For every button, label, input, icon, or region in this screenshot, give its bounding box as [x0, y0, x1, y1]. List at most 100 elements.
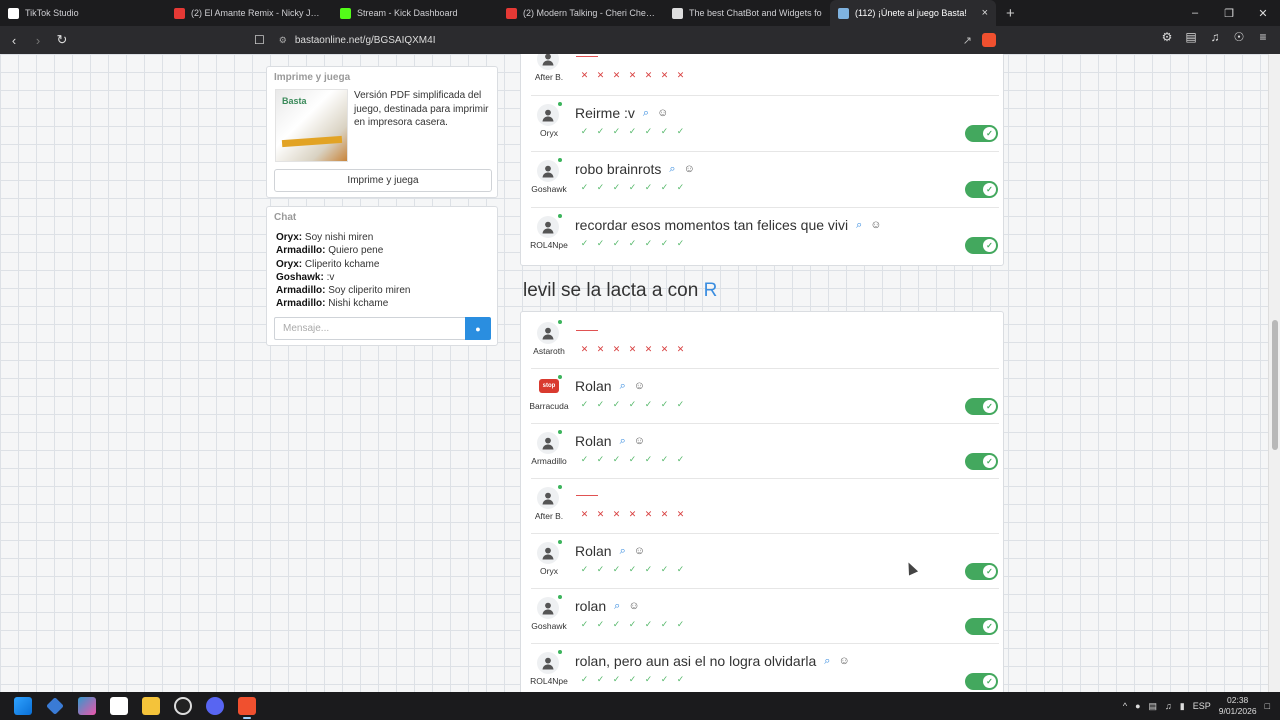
network-icon[interactable]: ▤	[1149, 701, 1158, 712]
search-icon[interactable]: ⌕	[824, 655, 830, 668]
sidebar-icon[interactable]: ▤	[1184, 30, 1198, 44]
clock[interactable]: 02:38 9/01/2026	[1219, 695, 1257, 717]
chat-text: Nishi kchame	[325, 298, 389, 310]
store-icon[interactable]	[110, 697, 128, 715]
minimize-icon[interactable]: –	[1178, 0, 1212, 26]
emoji-reaction-icon[interactable]: ☺	[657, 107, 668, 119]
validate-answer-toggle[interactable]: ✓	[965, 181, 998, 198]
check-icon: ✓	[628, 454, 637, 464]
file-explorer-icon[interactable]	[142, 697, 160, 715]
chat-message: Oryx: Cliperito kchame	[276, 258, 410, 271]
check-icon: ✓	[676, 619, 685, 629]
copilot-icon[interactable]	[78, 697, 96, 715]
answer-value: rolan	[575, 598, 607, 614]
discord-icon[interactable]	[206, 697, 224, 715]
emoji-reaction-icon[interactable]: ☺	[634, 380, 645, 392]
back-icon[interactable]: ‹	[4, 30, 24, 50]
avatar	[537, 652, 559, 674]
check-icon: ✓	[596, 238, 605, 248]
close-icon[interactable]: ✕	[1246, 0, 1280, 26]
print-thumbnail-image[interactable]: Basta	[275, 89, 348, 162]
toggle-check-icon: ✓	[983, 239, 996, 252]
person-icon	[542, 657, 554, 669]
check-icon: ✓	[644, 564, 653, 574]
check-icon: ✓	[676, 674, 685, 684]
cross-icon: ✕	[596, 344, 605, 354]
validate-answer-toggle[interactable]: ✓	[965, 618, 998, 635]
page-scrollbar[interactable]	[1268, 54, 1280, 692]
check-icon: ✓	[660, 126, 669, 136]
vote-marks: ✓ ✓ ✓ ✓ ✓ ✓ ✓	[579, 126, 686, 137]
answer-row: Oryx Reirme :v ⌕ ☺ ✓ ✓ ✓ ✓ ✓ ✓ ✓ ✓	[521, 96, 1005, 152]
media-icon[interactable]: ♫	[1208, 30, 1222, 44]
vpn-icon[interactable]: ☉	[1232, 30, 1246, 44]
search-icon[interactable]: ⌕	[620, 380, 626, 393]
brave-shields-icon[interactable]	[982, 33, 996, 47]
emoji-reaction-icon[interactable]: ☺	[634, 435, 645, 447]
menu-icon[interactable]: ≡	[1256, 30, 1270, 44]
send-message-button[interactable]: ●	[465, 317, 491, 340]
chevron-up-icon[interactable]: ^	[1123, 701, 1127, 711]
battery-icon[interactable]: ▮	[1180, 701, 1185, 712]
answer-value: recordar esos momentos tan felices que v…	[575, 217, 849, 233]
check-icon: ✓	[580, 126, 589, 136]
check-icon: ✓	[612, 182, 621, 192]
vote-marks: ✓ ✓ ✓ ✓ ✓ ✓ ✓	[579, 619, 686, 630]
validate-answer-toggle[interactable]: ✓	[965, 125, 998, 142]
close-tab-icon[interactable]: ×	[982, 7, 988, 19]
validate-answer-toggle[interactable]: ✓	[965, 563, 998, 580]
search-icon[interactable]: ⌕	[669, 163, 675, 176]
cross-icon: ✕	[596, 70, 605, 80]
brave-browser-icon[interactable]	[238, 697, 256, 719]
scrollbar-thumb[interactable]	[1272, 320, 1278, 450]
bookmark-icon[interactable]: ☐	[254, 33, 265, 47]
chat-text: Soy cliperito miren	[325, 285, 411, 297]
check-icon: ✓	[644, 399, 653, 409]
browser-tab[interactable]: Stream - Kick Dashboard	[332, 0, 498, 26]
windows-taskbar: ^ ● ▤ ♫ ▮ ESP 02:38 9/01/2026 □	[0, 692, 1280, 720]
reload-icon[interactable]: ↻	[52, 30, 72, 50]
search-icon[interactable]: ⌕	[856, 219, 862, 232]
browser-tab[interactable]: (112) ¡Únete al juego Basta! ×	[830, 0, 996, 26]
player-name: Goshawk	[531, 184, 567, 194]
print-and-play-button[interactable]: Imprime y juega	[274, 169, 492, 192]
volume-icon[interactable]: ♫	[1165, 701, 1172, 711]
cross-icon: ✕	[660, 509, 669, 519]
emoji-reaction-icon[interactable]: ☺	[684, 163, 695, 175]
app-diamond-icon[interactable]	[46, 697, 64, 715]
browser-tab[interactable]: (2) Modern Talking - Cheri Cheri Lady	[498, 0, 664, 26]
extensions-icon[interactable]: ⚙	[1160, 30, 1174, 44]
emoji-reaction-icon[interactable]: ☺	[634, 545, 645, 557]
validate-answer-toggle[interactable]: ✓	[965, 237, 998, 254]
validate-answer-toggle[interactable]: ✓	[965, 453, 998, 470]
search-icon[interactable]: ⌕	[614, 600, 620, 613]
microphone-icon[interactable]: ●	[1135, 701, 1140, 711]
search-icon[interactable]: ⌕	[620, 545, 626, 558]
browser-tab[interactable]: TikTok Studio	[0, 0, 166, 26]
browser-tab[interactable]: The best ChatBot and Widgets fo	[664, 0, 830, 26]
share-icon[interactable]: ↗	[963, 34, 972, 47]
emoji-reaction-icon[interactable]: ☺	[870, 219, 881, 231]
chat-bubble-icon: ●	[475, 323, 481, 334]
validate-answer-toggle[interactable]: ✓	[965, 398, 998, 415]
emoji-reaction-icon[interactable]: ☺	[838, 655, 849, 667]
obs-icon[interactable]	[174, 697, 192, 715]
chat-user: Armadillo:	[276, 245, 326, 257]
chat-message-input[interactable]: Mensaje...	[274, 317, 466, 340]
emoji-reaction-icon[interactable]: ☺	[628, 600, 639, 612]
new-tab-button[interactable]: +	[1006, 5, 1015, 22]
start-menu-icon[interactable]	[14, 697, 32, 715]
check-icon: ✓	[660, 399, 669, 409]
site-info-icon[interactable]: ⚙	[279, 35, 287, 46]
search-icon[interactable]: ⌕	[620, 435, 626, 448]
browser-tab[interactable]: (2) El Amante Remix - Nicky Jam ft O	[166, 0, 332, 26]
validate-answer-toggle[interactable]: ✓	[965, 673, 998, 690]
restore-icon[interactable]: ❐	[1212, 0, 1246, 26]
language-indicator[interactable]: ESP	[1193, 701, 1211, 711]
notifications-icon[interactable]: □	[1265, 701, 1270, 711]
chat-message: Armadillo: Quiero pene	[276, 244, 410, 257]
search-icon[interactable]: ⌕	[643, 107, 649, 120]
check-icon: ✓	[676, 454, 685, 464]
url-field[interactable]: ☐ ⚙ bastaonline.net/g/BGSAIQXM4I ↗	[254, 30, 1004, 50]
forward-icon[interactable]: ›	[28, 30, 48, 50]
